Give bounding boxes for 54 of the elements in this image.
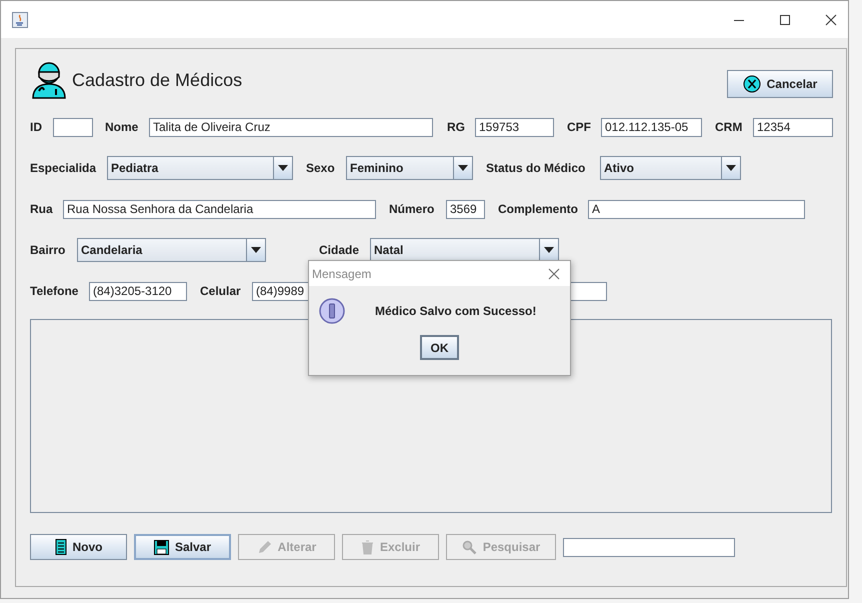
text-field[interactable]: 159753 [475, 118, 554, 136]
ok-button[interactable]: OK [420, 335, 459, 360]
close-icon[interactable] [548, 268, 560, 280]
text-field[interactable]: 12354 [753, 118, 833, 136]
field-label: RG [447, 120, 466, 134]
text-field[interactable]: (84)3205-3120 [89, 282, 187, 300]
field-label: Telefone [30, 284, 80, 298]
field-label: Sexo [306, 161, 336, 175]
text-field[interactable]: 012.112.135-05 [601, 118, 702, 136]
field-label: Bairro [30, 243, 66, 257]
search-field[interactable] [563, 538, 735, 556]
field-label: Nome [105, 120, 140, 134]
field-label: Cidade [319, 243, 360, 257]
field-label: Celular [200, 284, 242, 298]
doctor-icon [30, 61, 68, 99]
dropdown[interactable]: Pediatra [107, 156, 293, 180]
field-label: Rua [30, 202, 54, 216]
dropdown[interactable]: Candelaria [77, 238, 266, 262]
field-label: Número [389, 202, 436, 216]
text-field[interactable] [53, 118, 93, 136]
field-label: Status do Médico [486, 161, 586, 175]
field-label: Complemento [498, 202, 580, 216]
caret-icon [544, 247, 554, 253]
app-icon [12, 12, 28, 28]
action-button[interactable]: Novo [30, 534, 127, 560]
pencil-icon [256, 540, 272, 554]
document-icon [54, 539, 66, 555]
caret-icon [726, 165, 736, 171]
dialog-title: Mensagem [312, 266, 372, 280]
form-title: Cadastro de Médicos [72, 70, 242, 90]
field-label: Especialida [30, 161, 98, 175]
cancel-icon [742, 75, 761, 93]
floppy-icon [154, 540, 169, 554]
dropdown[interactable]: Ativo [600, 156, 741, 180]
search-icon [462, 540, 477, 554]
field-label: CRM [715, 120, 744, 134]
close-icon[interactable] [825, 14, 837, 26]
text-field[interactable]: Talita de Oliveira Cruz [149, 118, 433, 136]
text-field[interactable]: A [588, 200, 805, 218]
dialog-message: Médico Salvo com Sucesso! [375, 304, 536, 318]
maximize-icon[interactable] [779, 14, 791, 26]
action-button[interactable]: Salvar [134, 534, 231, 560]
trash-icon [360, 540, 374, 554]
caret-icon [278, 165, 288, 171]
info-icon [319, 298, 345, 324]
caret-icon [251, 247, 261, 253]
field-label: CPF [567, 120, 592, 134]
dropdown[interactable]: Natal [370, 238, 559, 262]
field-label: ID [30, 120, 43, 134]
cancel-button[interactable]: Cancelar [727, 70, 833, 98]
dropdown[interactable]: Feminino [346, 156, 473, 180]
text-field[interactable]: Rua Nossa Senhora da Candelaria [63, 200, 376, 218]
text-field[interactable]: 3569 [446, 200, 485, 218]
caret-icon [458, 165, 468, 171]
